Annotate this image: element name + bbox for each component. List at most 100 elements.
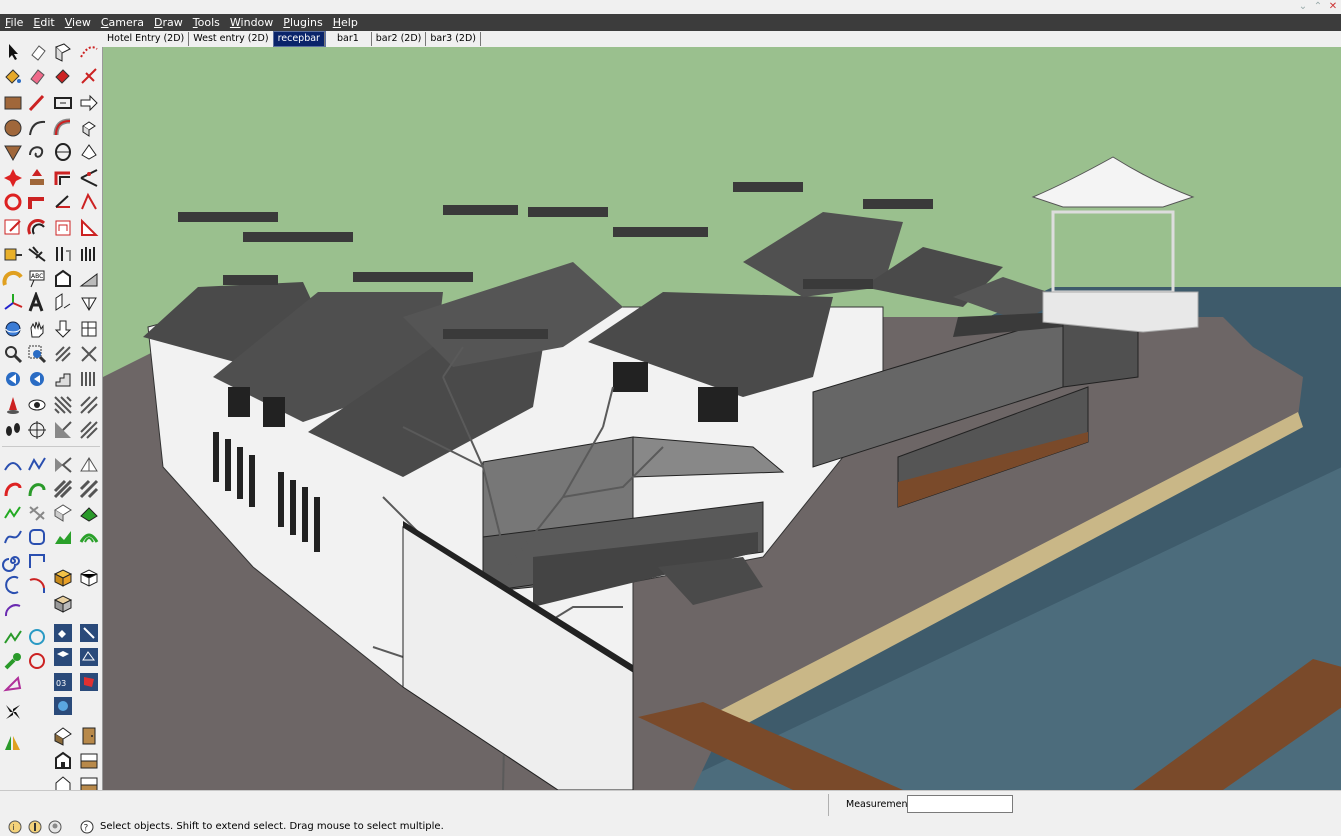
- x-ray-icon[interactable]: [52, 622, 74, 644]
- zoom-tool-icon[interactable]: [2, 343, 24, 365]
- curve-purple-icon[interactable]: [2, 598, 24, 620]
- drape-icon[interactable]: [78, 292, 100, 314]
- minimize-icon[interactable]: ⌄: [1296, 0, 1310, 14]
- iso-view-icon[interactable]: [52, 725, 74, 747]
- circle-tool-icon[interactable]: [2, 117, 24, 139]
- pan-tool-icon[interactable]: [26, 318, 48, 340]
- maximize-icon[interactable]: ⌃: [1311, 0, 1325, 14]
- terrain-icon[interactable]: [52, 526, 74, 548]
- menu-view[interactable]: View: [60, 14, 96, 31]
- round-corner-icon[interactable]: [52, 117, 74, 139]
- select-tool-icon[interactable]: [2, 41, 24, 63]
- line-green-icon[interactable]: [2, 626, 24, 648]
- diagonal-icon[interactable]: [78, 419, 100, 441]
- orbit-tool-icon[interactable]: [2, 318, 24, 340]
- section-plane-icon[interactable]: [26, 419, 48, 441]
- tab-hotel-entry[interactable]: Hotel Entry (2D): [103, 32, 190, 46]
- sandbox-icon[interactable]: [2, 732, 24, 754]
- push-pull-icon[interactable]: [26, 167, 48, 189]
- split-icon[interactable]: [52, 419, 74, 441]
- bars-icon[interactable]: [78, 368, 100, 390]
- polygon-tool-icon[interactable]: [2, 141, 24, 163]
- geo-location-icon[interactable]: i: [8, 820, 22, 834]
- solid-union-icon[interactable]: [52, 502, 74, 524]
- hatch-alt-icon[interactable]: [78, 394, 100, 416]
- contour-icon[interactable]: [78, 526, 100, 548]
- hex-box-icon[interactable]: [78, 567, 100, 589]
- menu-draw[interactable]: Draw: [149, 14, 188, 31]
- user-icon[interactable]: [48, 820, 62, 834]
- front-view-icon[interactable]: [52, 750, 74, 772]
- weld-icon[interactable]: [78, 141, 100, 163]
- lasso-icon[interactable]: [2, 674, 24, 696]
- rectangle-tool-icon[interactable]: [2, 92, 24, 114]
- menu-help[interactable]: Help: [328, 14, 363, 31]
- fillet-icon[interactable]: [52, 191, 74, 213]
- previous-view-icon[interactable]: [2, 368, 24, 390]
- wrench-icon[interactable]: [2, 650, 24, 672]
- rotate-box-icon[interactable]: [78, 117, 100, 139]
- building-tool-icon[interactable]: [52, 268, 74, 290]
- tab-bar1[interactable]: bar1: [325, 32, 372, 46]
- spiral-icon[interactable]: [2, 550, 24, 572]
- spline-blue-icon[interactable]: [2, 526, 24, 548]
- ramp-icon[interactable]: [78, 268, 100, 290]
- look-around-icon[interactable]: [26, 394, 48, 416]
- polyline-icon[interactable]: [26, 550, 48, 572]
- eraser-icon[interactable]: [26, 41, 48, 63]
- fog-icon[interactable]: [78, 671, 100, 693]
- scissor-icon[interactable]: [78, 343, 100, 365]
- counter-icon[interactable]: 03: [52, 671, 74, 693]
- fan-tool-icon[interactable]: [2, 701, 24, 723]
- mirror-icon[interactable]: [52, 454, 74, 476]
- menu-edit[interactable]: Edit: [28, 14, 59, 31]
- rect-curve-icon[interactable]: [26, 526, 48, 548]
- shell-icon[interactable]: [78, 478, 100, 500]
- menu-file[interactable]: File: [0, 14, 28, 31]
- circle-red-icon[interactable]: [26, 650, 48, 672]
- curviloft-icon[interactable]: [52, 141, 74, 163]
- dimension-tool-icon[interactable]: [26, 243, 48, 265]
- paint-sample-icon[interactable]: [52, 65, 74, 87]
- shape-bend-icon[interactable]: [52, 92, 74, 114]
- measurements-input[interactable]: [907, 795, 1013, 813]
- bezier-green-icon[interactable]: [26, 478, 48, 500]
- zoom-extents-icon[interactable]: [26, 368, 48, 390]
- menu-window[interactable]: Window: [225, 14, 278, 31]
- follow-me-icon[interactable]: [26, 191, 48, 213]
- menu-camera[interactable]: Camera: [96, 14, 149, 31]
- triangle-red-icon[interactable]: [78, 217, 100, 239]
- fold-icon[interactable]: [52, 217, 74, 239]
- slice-icon[interactable]: [52, 343, 74, 365]
- extrude-icon[interactable]: [52, 167, 74, 189]
- flip-icon[interactable]: [52, 292, 74, 314]
- walk-tool-icon[interactable]: [2, 419, 24, 441]
- columns-icon[interactable]: [78, 243, 100, 265]
- bezier-icon[interactable]: [26, 454, 48, 476]
- curve-blue-icon[interactable]: [2, 574, 24, 596]
- wireframe-icon[interactable]: [78, 646, 100, 668]
- box-orange-icon[interactable]: [52, 567, 74, 589]
- paint-bucket-icon[interactable]: [2, 65, 24, 87]
- credits-icon[interactable]: [28, 820, 42, 834]
- menu-tools[interactable]: Tools: [188, 14, 225, 31]
- curve-red-icon[interactable]: [26, 574, 48, 596]
- offset-tool-icon[interactable]: [26, 217, 48, 239]
- hidden-geometry-icon[interactable]: [78, 622, 100, 644]
- component-icon[interactable]: [52, 41, 74, 63]
- door-icon[interactable]: [78, 725, 100, 747]
- arrow-down-icon[interactable]: [52, 318, 74, 340]
- taper-icon[interactable]: [78, 191, 100, 213]
- close-icon[interactable]: ✕: [1326, 0, 1340, 14]
- shadow-icon[interactable]: [52, 695, 74, 717]
- window-tool-icon[interactable]: [78, 750, 100, 772]
- profile-icon[interactable]: [52, 243, 74, 265]
- freehand-icon[interactable]: [26, 141, 48, 163]
- 3d-text-icon[interactable]: [26, 292, 48, 314]
- scale-tool-icon[interactable]: [2, 217, 24, 239]
- back-edges-icon[interactable]: [52, 646, 74, 668]
- stack-icon[interactable]: [78, 318, 100, 340]
- help-icon[interactable]: ?: [80, 820, 94, 834]
- rotate-tool-icon[interactable]: [2, 191, 24, 213]
- freehand-green-icon[interactable]: [2, 502, 24, 524]
